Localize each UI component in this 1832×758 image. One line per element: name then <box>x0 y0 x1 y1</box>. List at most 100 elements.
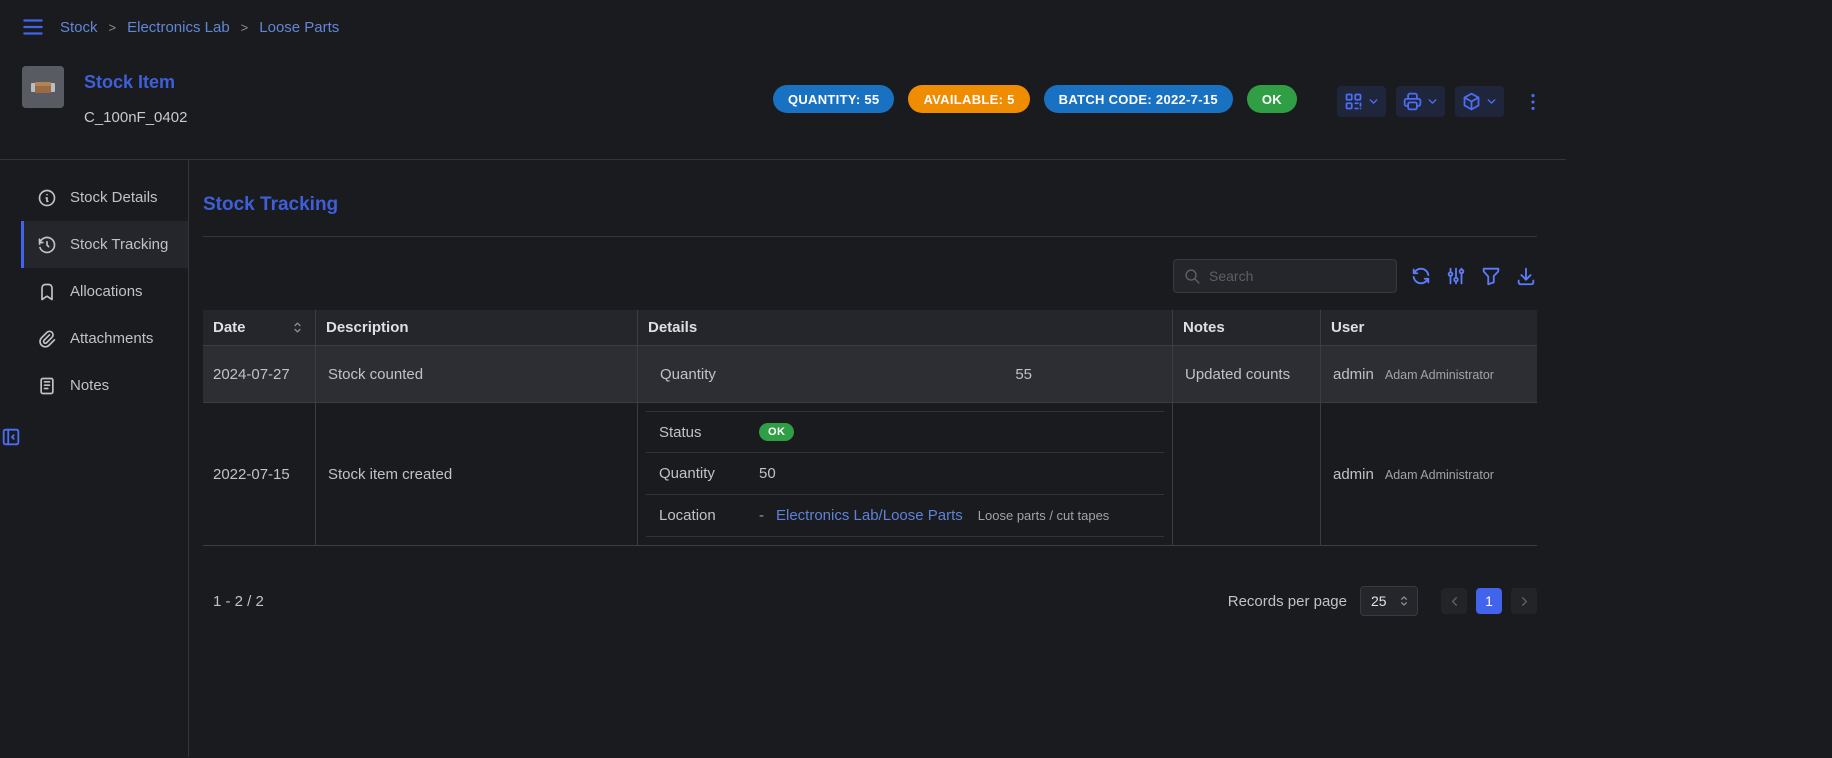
cell-details: Status OK Quantity 50 Location - Electro… <box>637 403 1172 545</box>
cell-notes: Updated counts <box>1172 346 1320 402</box>
table-header-row: Date Description Details Notes User <box>203 310 1537 345</box>
main-panel: Stock Tracking <box>189 160 1832 757</box>
hamburger-menu-icon[interactable] <box>20 14 46 40</box>
breadcrumb-separator: > <box>241 20 249 35</box>
cell-description: Stock item created <box>315 403 637 545</box>
barcode-actions-button[interactable] <box>1337 86 1386 117</box>
chevron-down-icon <box>1426 95 1439 108</box>
column-header-user[interactable]: User <box>1320 310 1537 345</box>
stock-operations-icon <box>1461 91 1482 112</box>
username: admin <box>1333 366 1374 383</box>
download-icon[interactable] <box>1515 265 1537 287</box>
status-ok-badge: OK <box>1247 85 1297 113</box>
cell-details: Quantity 55 <box>637 346 1172 402</box>
topbar: Stock > Electronics Lab > Loose Parts <box>0 0 1832 54</box>
sort-icon <box>290 320 305 335</box>
column-settings-icon[interactable] <box>1445 265 1467 287</box>
page-size-value: 25 <box>1371 593 1387 609</box>
sidebar-item-label: Attachments <box>70 330 153 347</box>
bookmark-icon <box>37 282 57 302</box>
search-box <box>1173 259 1397 293</box>
sidebar-item-label: Allocations <box>70 283 143 300</box>
detail-key: Quantity <box>660 366 716 383</box>
detail-row-location: Location - Electronics Lab/Loose Parts L… <box>646 495 1164 537</box>
column-header-description[interactable]: Description <box>315 310 637 345</box>
page-number-button[interactable]: 1 <box>1476 588 1502 614</box>
next-page-icon[interactable] <box>1511 588 1537 614</box>
header-actions <box>1337 86 1544 117</box>
more-actions-icon[interactable] <box>1522 91 1544 113</box>
cell-notes <box>1172 403 1320 545</box>
print-actions-button[interactable] <box>1396 86 1445 117</box>
detail-row-quantity: Quantity 50 <box>646 453 1164 495</box>
breadcrumb-loose-parts[interactable]: Loose Parts <box>259 19 339 36</box>
stock-operations-button[interactable] <box>1455 86 1504 117</box>
stock-tracking-table: Date Description Details Notes User 2024… <box>203 310 1537 546</box>
table-row[interactable]: 2022-07-15 Stock item created Status OK … <box>203 402 1537 545</box>
printer-icon <box>1402 91 1423 112</box>
search-input[interactable] <box>1209 268 1386 284</box>
notes-icon <box>37 376 57 396</box>
divider <box>203 236 1537 237</box>
sidebar: Stock Details Stock Tracking Allocations… <box>0 160 189 757</box>
sidebar-item-label: Stock Details <box>70 189 158 206</box>
pagination: 1 <box>1441 588 1537 614</box>
available-badge: AVAILABLE: 5 <box>908 85 1029 113</box>
column-header-details: Details <box>637 310 1172 345</box>
chevron-down-icon <box>1485 95 1498 108</box>
breadcrumb-separator: > <box>109 20 117 35</box>
batch-code-badge: BATCH CODE: 2022-7-15 <box>1044 85 1233 113</box>
chevron-down-icon <box>1367 95 1380 108</box>
info-circle-icon <box>37 188 57 208</box>
page-size-select[interactable]: 25 <box>1360 586 1418 616</box>
user-fullname: Adam Administrator <box>1385 368 1494 382</box>
page-title: Stock Item <box>84 72 187 93</box>
part-thumbnail[interactable] <box>22 66 64 108</box>
location-link[interactable]: Electronics Lab/Loose Parts <box>776 507 963 524</box>
cell-user: admin Adam Administrator <box>1320 403 1537 545</box>
detail-row-status: Status OK <box>646 411 1164 453</box>
previous-page-icon[interactable] <box>1441 588 1467 614</box>
detail-value: 50 <box>759 465 776 482</box>
breadcrumb-electronics-lab[interactable]: Electronics Lab <box>127 19 230 36</box>
record-range: 1 - 2 / 2 <box>203 593 264 610</box>
sidebar-item-allocations[interactable]: Allocations <box>21 268 188 315</box>
sidebar-item-stock-tracking[interactable]: Stock Tracking <box>21 221 188 268</box>
user-fullname: Adam Administrator <box>1385 468 1494 482</box>
location-description: Loose parts / cut tapes <box>978 508 1110 523</box>
breadcrumb-stock[interactable]: Stock <box>60 19 98 36</box>
sidebar-item-stock-details[interactable]: Stock Details <box>21 174 188 221</box>
detail-key: Quantity <box>659 465 759 482</box>
sidebar-item-attachments[interactable]: Attachments <box>21 315 188 362</box>
history-icon <box>37 235 57 255</box>
sidebar-item-label: Stock Tracking <box>70 236 168 253</box>
breadcrumb: Stock > Electronics Lab > Loose Parts <box>60 19 339 36</box>
qrcode-icon <box>1343 91 1364 112</box>
cell-description: Stock counted <box>315 346 637 402</box>
paperclip-icon <box>37 329 57 349</box>
selector-icon <box>1397 594 1411 608</box>
cell-user: admin Adam Administrator <box>1320 346 1537 402</box>
sidebar-item-notes[interactable]: Notes <box>21 362 188 409</box>
detail-dash: - <box>759 507 764 524</box>
title-block: Stock Item C_100nF_0402 <box>84 66 187 126</box>
cell-date: 2022-07-15 <box>203 403 315 545</box>
status-badges: QUANTITY: 55 AVAILABLE: 5 BATCH CODE: 20… <box>773 85 1297 113</box>
table-row[interactable]: 2024-07-27 Stock counted Quantity 55 Upd… <box>203 345 1537 402</box>
detail-key: Location <box>659 507 759 524</box>
table-toolbar <box>203 259 1537 293</box>
sidebar-item-label: Notes <box>70 377 109 394</box>
records-per-page-label: Records per page <box>1228 593 1347 610</box>
refresh-icon[interactable] <box>1410 265 1432 287</box>
status-ok-badge: OK <box>759 423 794 441</box>
username: admin <box>1333 466 1374 483</box>
quantity-badge: QUANTITY: 55 <box>773 85 894 113</box>
filter-icon[interactable] <box>1480 265 1502 287</box>
sidebar-collapse-icon[interactable] <box>0 426 188 448</box>
page-header: Stock Item C_100nF_0402 QUANTITY: 55 AVA… <box>0 54 1566 160</box>
table-footer: 1 - 2 / 2 Records per page 25 1 <box>203 586 1537 616</box>
column-header-date[interactable]: Date <box>203 310 315 345</box>
section-heading: Stock Tracking <box>203 194 1537 216</box>
detail-value: 55 <box>1015 366 1032 383</box>
search-icon <box>1184 268 1201 285</box>
